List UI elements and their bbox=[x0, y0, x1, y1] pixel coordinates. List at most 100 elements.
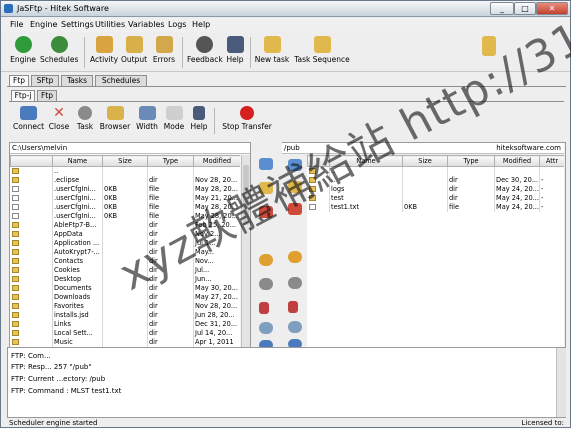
task-sequence-icon bbox=[313, 36, 331, 53]
schedules-button[interactable]: Schedules bbox=[40, 35, 78, 70]
local-col-size[interactable]: Size bbox=[102, 155, 148, 167]
tab-ftp-j[interactable]: Ftp-j bbox=[11, 90, 35, 101]
local-row[interactable]: installs.jsd dir Jun 28, 20... bbox=[10, 310, 240, 320]
local-cell-name: Links bbox=[52, 319, 103, 329]
new-task-button[interactable]: New task bbox=[254, 35, 290, 70]
main-tabs: Ftp SFtp Tasks Schedules bbox=[9, 75, 209, 86]
file-icon bbox=[11, 204, 19, 210]
local-row[interactable]: Links dir Dec 31, 20... bbox=[10, 319, 240, 329]
ftp-help-button[interactable]: Help bbox=[188, 105, 210, 140]
remote-cell-type: file bbox=[447, 202, 495, 212]
local-col-name[interactable]: Name bbox=[52, 155, 103, 167]
arrow-left-icon[interactable] bbox=[259, 254, 273, 266]
folder-icon bbox=[11, 330, 19, 336]
local-col-icon[interactable] bbox=[10, 155, 53, 167]
task-sequence-button[interactable]: Task Sequence bbox=[294, 35, 350, 70]
errors-button[interactable]: Errors bbox=[151, 35, 177, 70]
close-connection-button[interactable]: ✕ Close bbox=[47, 105, 71, 140]
settings-gear-icon[interactable] bbox=[259, 278, 273, 290]
local-row[interactable]: Favorites dir Nov 28, 20... bbox=[10, 301, 240, 311]
local-row-icon-cell bbox=[10, 292, 53, 302]
remote-col-attr[interactable]: Attr bbox=[539, 155, 564, 167]
menu-file[interactable]: File bbox=[10, 20, 23, 29]
remote-row[interactable]: test dir May 24, 20... - bbox=[307, 193, 564, 203]
remote-row[interactable]: test1.txt 0KB file May 24, 20... - bbox=[307, 202, 564, 212]
folder-icon bbox=[11, 303, 19, 309]
minimize-button[interactable]: _ bbox=[490, 2, 514, 15]
folder-icon bbox=[11, 294, 19, 300]
local-cell-modified: Apr 1, 2011 bbox=[193, 337, 240, 347]
task-button[interactable]: Task bbox=[73, 105, 97, 140]
local-row[interactable]: Music dir Apr 1, 2011 bbox=[10, 337, 240, 347]
remote-cell-attr: - bbox=[539, 193, 564, 203]
output-button[interactable]: Output bbox=[121, 35, 147, 70]
menu-utilities[interactable]: Utilities bbox=[95, 20, 125, 29]
feedback-button[interactable]: Feedback bbox=[187, 35, 223, 70]
activity-button[interactable]: Activity bbox=[90, 35, 118, 70]
menu-variables[interactable]: Variables bbox=[128, 20, 165, 29]
help-button[interactable]: Help bbox=[225, 35, 245, 70]
local-cell-type: dir bbox=[147, 328, 194, 338]
tab-ftp-sub[interactable]: Ftp bbox=[37, 90, 57, 101]
folder-icon bbox=[11, 177, 19, 183]
local-row[interactable]: Local Sett... dir Jul 14, 20... bbox=[10, 328, 240, 338]
menu-settings[interactable]: Settings bbox=[61, 20, 94, 29]
mode-button[interactable]: Mode bbox=[162, 105, 186, 140]
local-row[interactable]: .eclipse dir Nov 28, 20... bbox=[10, 175, 240, 185]
local-cell-size: 0KB bbox=[102, 202, 148, 212]
local-row-icon-cell bbox=[10, 274, 53, 284]
app-icon bbox=[4, 4, 13, 13]
stop-icon bbox=[240, 106, 254, 120]
width-button[interactable]: Width bbox=[134, 105, 160, 140]
folder-icon bbox=[11, 231, 19, 237]
local-row[interactable]: .. bbox=[10, 166, 240, 176]
folder-icon bbox=[11, 339, 19, 345]
edit-pencil-icon[interactable] bbox=[259, 302, 269, 314]
log-scrollbar[interactable] bbox=[556, 348, 566, 417]
local-row-icon-cell bbox=[10, 301, 53, 311]
menu-logs[interactable]: Logs bbox=[168, 20, 186, 29]
log-line: FTP: Com... bbox=[11, 352, 51, 360]
local-row[interactable]: Downloads dir May 27, 20... bbox=[10, 292, 240, 302]
local-col-modified[interactable]: Modified bbox=[193, 155, 240, 167]
local-cell-type: dir bbox=[147, 175, 194, 185]
local-row-icon-cell bbox=[10, 337, 53, 347]
local-cell-name: Music bbox=[52, 337, 103, 347]
local-col-type[interactable]: Type bbox=[147, 155, 194, 167]
engine-button[interactable]: Engine bbox=[10, 35, 36, 70]
local-cell-size: 0KB bbox=[102, 184, 148, 194]
view-magnifier-icon[interactable] bbox=[259, 322, 273, 334]
local-cell-name: .userCfgIni... bbox=[52, 193, 103, 203]
connect-button[interactable]: Connect bbox=[13, 105, 44, 140]
local-row-icon-cell bbox=[10, 229, 53, 239]
toolbar-separator bbox=[84, 37, 85, 68]
tab-sftp[interactable]: SFtp bbox=[31, 75, 59, 86]
toolbar-separator bbox=[214, 108, 215, 134]
browser-button[interactable]: Browser bbox=[99, 105, 131, 140]
local-path[interactable]: C:\Users\melvin bbox=[10, 143, 250, 154]
status-bar: Scheduler engine started Licensed to: bbox=[1, 419, 570, 428]
sub-tabs: Ftp-j Ftp bbox=[11, 90, 71, 101]
toolbar-separator bbox=[250, 37, 251, 68]
output-icon bbox=[125, 36, 143, 53]
remote-col-modified[interactable]: Modified bbox=[494, 155, 540, 167]
tab-tasks[interactable]: Tasks bbox=[61, 75, 93, 86]
status-right: Licensed to: bbox=[521, 419, 564, 427]
task-gear-icon bbox=[78, 106, 92, 120]
tab-schedules[interactable]: Schedules bbox=[95, 75, 147, 86]
file-icon bbox=[11, 186, 19, 192]
remote-col-type[interactable]: Type bbox=[447, 155, 495, 167]
tab-ftp[interactable]: Ftp bbox=[9, 75, 29, 86]
local-row-icon-cell bbox=[10, 265, 53, 275]
local-cell-name: .eclipse bbox=[52, 175, 103, 185]
local-cell-name: AutoKrypt7-... bbox=[52, 247, 103, 257]
local-row[interactable]: Documents dir May 30, 20... bbox=[10, 283, 240, 293]
local-cell-size bbox=[102, 310, 148, 320]
maximize-button[interactable]: □ bbox=[514, 2, 536, 15]
menu-engine[interactable]: Engine bbox=[30, 20, 57, 29]
local-cell-modified: Dec 31, 20... bbox=[193, 319, 240, 329]
folder-icon bbox=[11, 285, 19, 291]
menu-help[interactable]: Help bbox=[192, 20, 210, 29]
folder-icon bbox=[11, 240, 19, 246]
stop-transfer-button[interactable]: Stop Transfer bbox=[221, 105, 273, 140]
